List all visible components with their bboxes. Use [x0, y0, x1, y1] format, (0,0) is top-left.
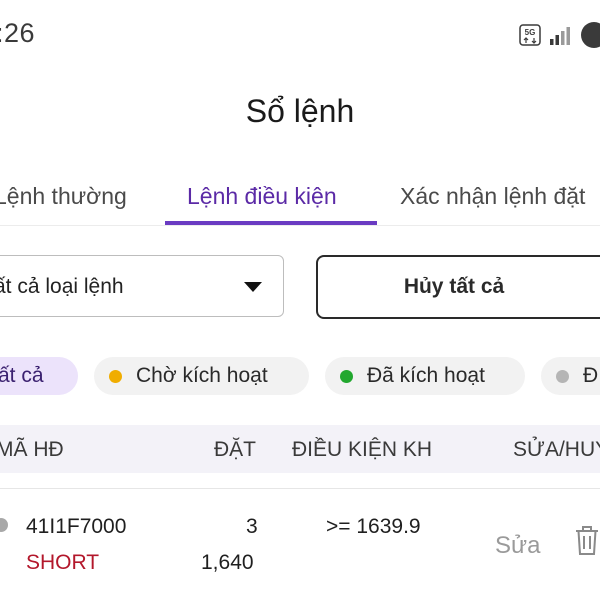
- pending-dot-icon: [109, 369, 122, 383]
- header-edit-cancel: SỬA/HUỶ: [513, 438, 600, 461]
- trash-icon[interactable]: [574, 524, 600, 556]
- row-quantity: 3: [246, 515, 258, 538]
- activated-dot-icon: [340, 369, 353, 383]
- tab-regular-orders[interactable]: Lệnh thường: [0, 183, 127, 210]
- cancel-all-button[interactable]: Hủy tất cả: [316, 255, 600, 319]
- chip-all[interactable]: ất cả: [0, 357, 78, 395]
- chip-activated[interactable]: Đã kích hoạt: [325, 357, 525, 395]
- chip-other-label: Đ: [583, 364, 599, 387]
- chip-activated-label: Đã kích hoạt: [367, 364, 485, 387]
- page-title: Sổ lệnh: [245, 93, 355, 129]
- tab-order-confirmation[interactable]: Xác nhận lệnh đặt: [400, 183, 585, 210]
- table-divider: [0, 488, 600, 489]
- status-time: :26: [0, 18, 36, 48]
- chip-pending-label: Chờ kích hoạt: [136, 364, 268, 387]
- row-condition: >= 1639.9: [326, 515, 421, 538]
- network-label: 5G: [525, 28, 536, 37]
- signal-strength-icon: [550, 27, 570, 45]
- app-status-icon: [581, 22, 600, 48]
- other-dot-icon: [556, 369, 569, 383]
- header-contract: MÃ HĐ: [0, 438, 64, 461]
- tab-conditional-orders[interactable]: Lệnh điều kiện: [187, 183, 337, 210]
- header-condition: ĐIỀU KIỆN KH: [292, 438, 433, 461]
- row-price: 1,640: [201, 551, 254, 574]
- chip-pending[interactable]: Chờ kích hoạt: [94, 357, 309, 395]
- chip-all-label: ất cả: [0, 364, 44, 387]
- 5g-network-icon: 5G: [519, 24, 541, 46]
- row-contract: 41I1F7000: [26, 515, 127, 538]
- header-order: ĐẶT: [214, 438, 256, 461]
- row-status-dot-icon: [0, 518, 8, 532]
- order-type-value: ất cả loại lệnh: [0, 275, 124, 298]
- edit-button[interactable]: Sửa: [495, 532, 540, 560]
- row-side: SHORT: [26, 551, 100, 574]
- chip-other[interactable]: Đ: [541, 357, 600, 395]
- caret-down-icon: [244, 282, 262, 292]
- tabs-divider: [0, 225, 600, 226]
